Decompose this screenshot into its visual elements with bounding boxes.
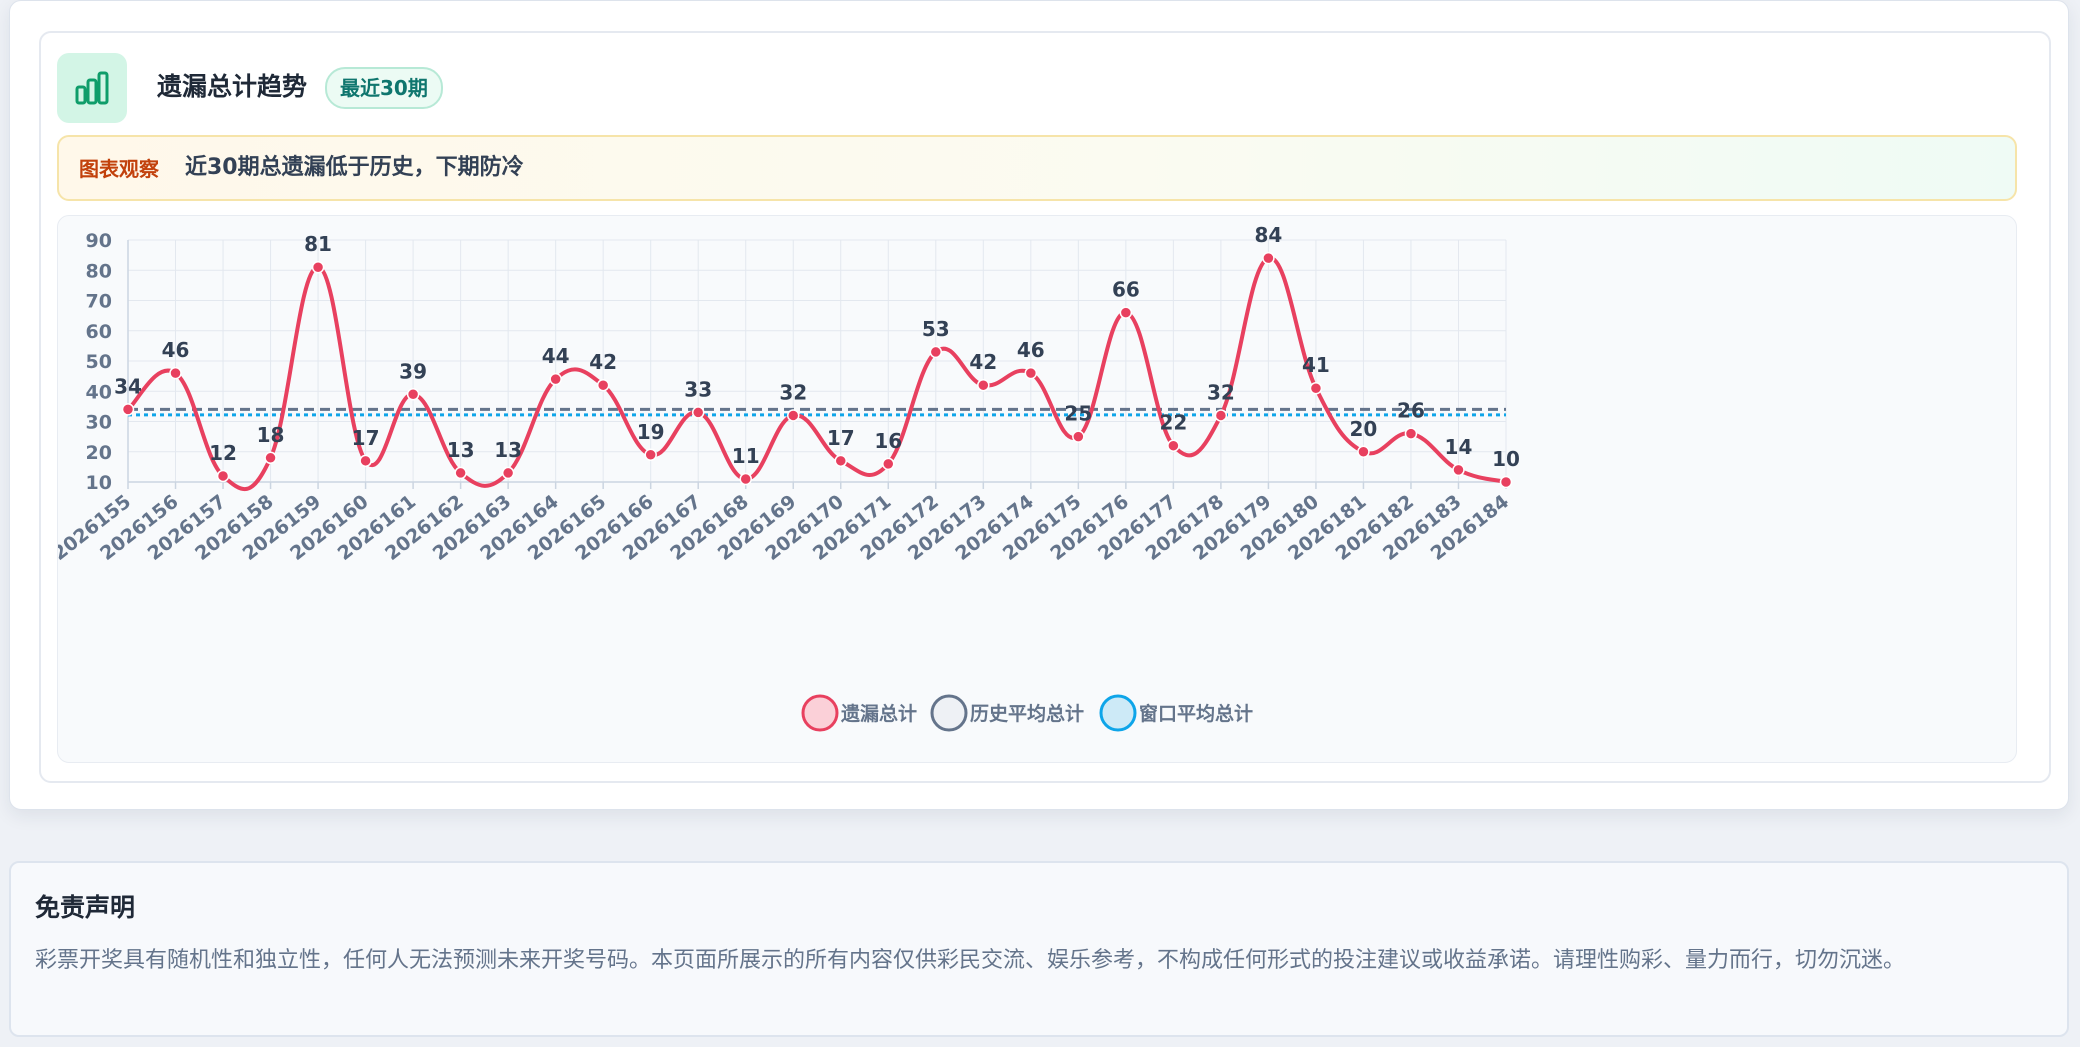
data-label: 32 xyxy=(1207,380,1235,404)
data-point xyxy=(1214,409,1228,422)
data-point xyxy=(121,403,135,416)
data-label: 19 xyxy=(637,420,665,444)
y-tick-label: 10 xyxy=(86,472,112,494)
data-point xyxy=(596,378,610,392)
insight-text: 近30期总遗漏低于历史，下期防冷 xyxy=(185,155,524,180)
y-tick-label: 20 xyxy=(86,442,112,464)
data-label: 41 xyxy=(1302,353,1330,377)
data-label: 22 xyxy=(1159,411,1187,435)
data-label: 14 xyxy=(1445,435,1473,459)
legend-label: 历史平均总计 xyxy=(970,702,1084,725)
data-label: 10 xyxy=(1492,447,1520,471)
y-tick-label: 70 xyxy=(86,291,112,313)
y-tick-label: 40 xyxy=(86,381,112,403)
data-point xyxy=(1072,430,1085,443)
data-point xyxy=(1309,381,1323,395)
data-label: 46 xyxy=(162,338,190,362)
chart-section: 遗漏总计趋势 最近30期 图表观察 近30期总遗漏低于历史，下期防冷 10 20 3… xyxy=(39,31,2051,783)
data-label: 39 xyxy=(399,359,427,383)
trend-line-chart: 1020304050607080902026155202615620261572… xyxy=(58,223,1520,732)
series-line-total-omission xyxy=(126,256,1507,491)
period-badge: 最近30期 xyxy=(325,67,443,109)
data-label: 44 xyxy=(542,344,570,368)
data-label: 26 xyxy=(1397,399,1425,423)
data-point xyxy=(786,409,800,422)
data-point xyxy=(1262,251,1275,265)
insight-banner: 图表观察 近30期总遗漏低于历史，下期防冷 xyxy=(57,135,2017,201)
data-label: 12 xyxy=(209,441,237,465)
data-point xyxy=(169,366,182,380)
y-tick-label: 90 xyxy=(86,230,112,252)
data-label: 81 xyxy=(304,232,332,256)
y-tick-label: 30 xyxy=(86,412,112,434)
data-point xyxy=(1499,475,1513,489)
data-point xyxy=(882,457,895,471)
data-point xyxy=(501,466,515,480)
data-point xyxy=(1024,366,1038,380)
data-point xyxy=(1167,439,1180,452)
data-label: 16 xyxy=(874,429,902,453)
disclaimer-title: 免责声明 xyxy=(35,893,136,922)
data-point xyxy=(929,345,943,359)
data-point xyxy=(977,378,990,392)
data-label: 42 xyxy=(589,350,617,374)
data-point xyxy=(1404,427,1418,440)
trend-card: 遗漏总计趋势 最近30期 图表观察 近30期总遗漏低于历史，下期防冷 10 20 3… xyxy=(9,0,2069,810)
chart-panel: 10 20 30 40 50 60 70 80 90 2026155 2026156 2026157 2… xyxy=(57,215,2017,763)
data-point xyxy=(739,472,752,486)
data-point xyxy=(264,451,277,465)
chart-title: 遗漏总计趋势 xyxy=(157,72,308,101)
data-point xyxy=(359,454,372,468)
data-point xyxy=(549,372,562,386)
y-tick-label: 50 xyxy=(86,351,112,373)
data-label: 53 xyxy=(922,317,950,341)
data-label: 34 xyxy=(114,374,142,398)
data-point xyxy=(644,448,657,462)
bar-chart-icon xyxy=(57,53,127,123)
data-label: 66 xyxy=(1112,278,1140,302)
data-label: 46 xyxy=(1017,338,1045,362)
data-point xyxy=(834,454,848,468)
data-label: 42 xyxy=(969,350,997,374)
legend-swatch xyxy=(930,694,968,732)
data-label: 13 xyxy=(447,438,475,462)
data-point xyxy=(1119,306,1133,319)
disclaimer-text: 彩票开奖具有随机性和独立性，任何人无法预测未来开奖号码。本页面所展示的所有内容仅… xyxy=(35,948,1906,973)
data-point xyxy=(406,388,420,401)
data-label: 13 xyxy=(494,438,522,462)
data-label: 33 xyxy=(684,377,712,401)
data-point xyxy=(216,469,230,483)
legend-swatch xyxy=(1099,694,1137,732)
disclaimer-box: 免责声明 彩票开奖具有随机性和独立性，任何人无法预测未来开奖号码。本页面所展示的… xyxy=(9,861,2069,1037)
data-label: 17 xyxy=(352,426,380,450)
y-tick-label: 80 xyxy=(86,260,112,282)
data-label: 25 xyxy=(1064,402,1092,426)
data-point xyxy=(1357,445,1370,458)
legend-swatch xyxy=(801,694,839,732)
data-label: 84 xyxy=(1254,223,1282,247)
data-label: 11 xyxy=(732,444,760,468)
data-label: 20 xyxy=(1350,417,1378,441)
data-point xyxy=(311,260,325,274)
legend-label: 遗漏总计 xyxy=(840,702,917,725)
y-tick-label: 60 xyxy=(86,321,112,343)
data-label: 18 xyxy=(257,423,285,447)
data-point xyxy=(1452,463,1465,477)
data-label: 32 xyxy=(779,380,807,404)
data-point xyxy=(454,466,467,480)
data-label: 17 xyxy=(827,426,855,450)
legend-label: 窗口平均总计 xyxy=(1139,702,1253,725)
insight-tag: 图表观察 xyxy=(79,157,159,181)
data-point xyxy=(691,406,705,419)
